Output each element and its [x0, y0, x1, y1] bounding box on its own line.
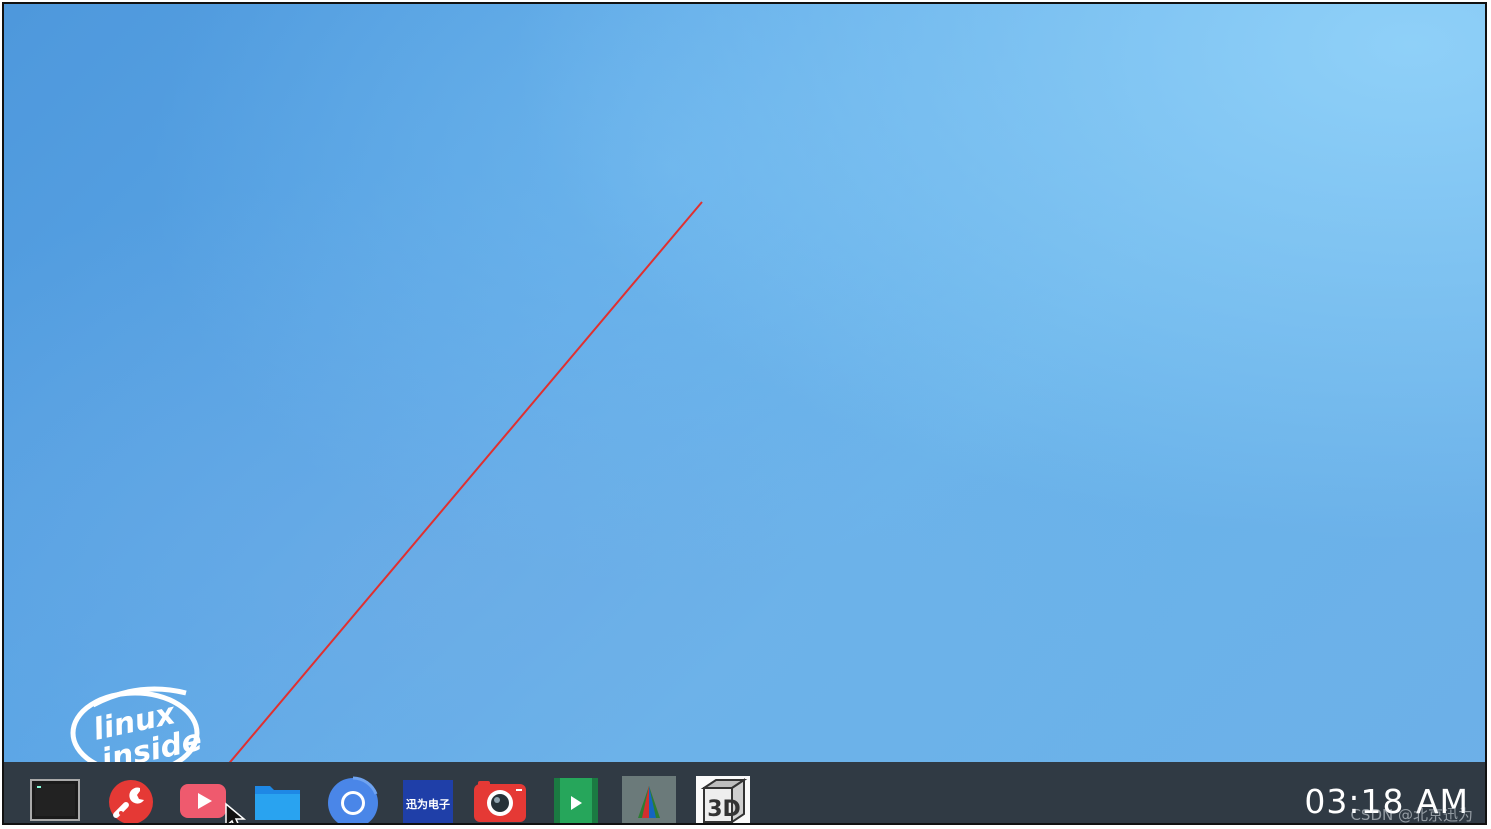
terminal-icon[interactable] [28, 772, 84, 825]
media-player-icon[interactable] [548, 772, 604, 825]
vendor-logo-text: 迅为电子 [406, 797, 450, 811]
mouse-cursor-icon [225, 802, 247, 823]
glmark-triangle-icon[interactable] [620, 772, 678, 825]
annotation-line [209, 201, 703, 787]
file-manager-folder-icon[interactable] [250, 772, 306, 825]
3d-cube-icon[interactable]: 3D [694, 772, 752, 825]
chromium-browser-icon[interactable] [324, 772, 380, 825]
desktop-screen: linux inside 迅为电子 3D 03:18 AM CSDN @北京迅为 [2, 2, 1487, 825]
3d-cube-text: 3D [707, 797, 741, 822]
settings-wrench-icon[interactable] [104, 772, 160, 825]
vendor-logo-icon[interactable]: 迅为电子 [400, 772, 456, 825]
watermark: CSDN @北京迅为 [1350, 806, 1473, 824]
camera-icon[interactable] [472, 772, 528, 825]
